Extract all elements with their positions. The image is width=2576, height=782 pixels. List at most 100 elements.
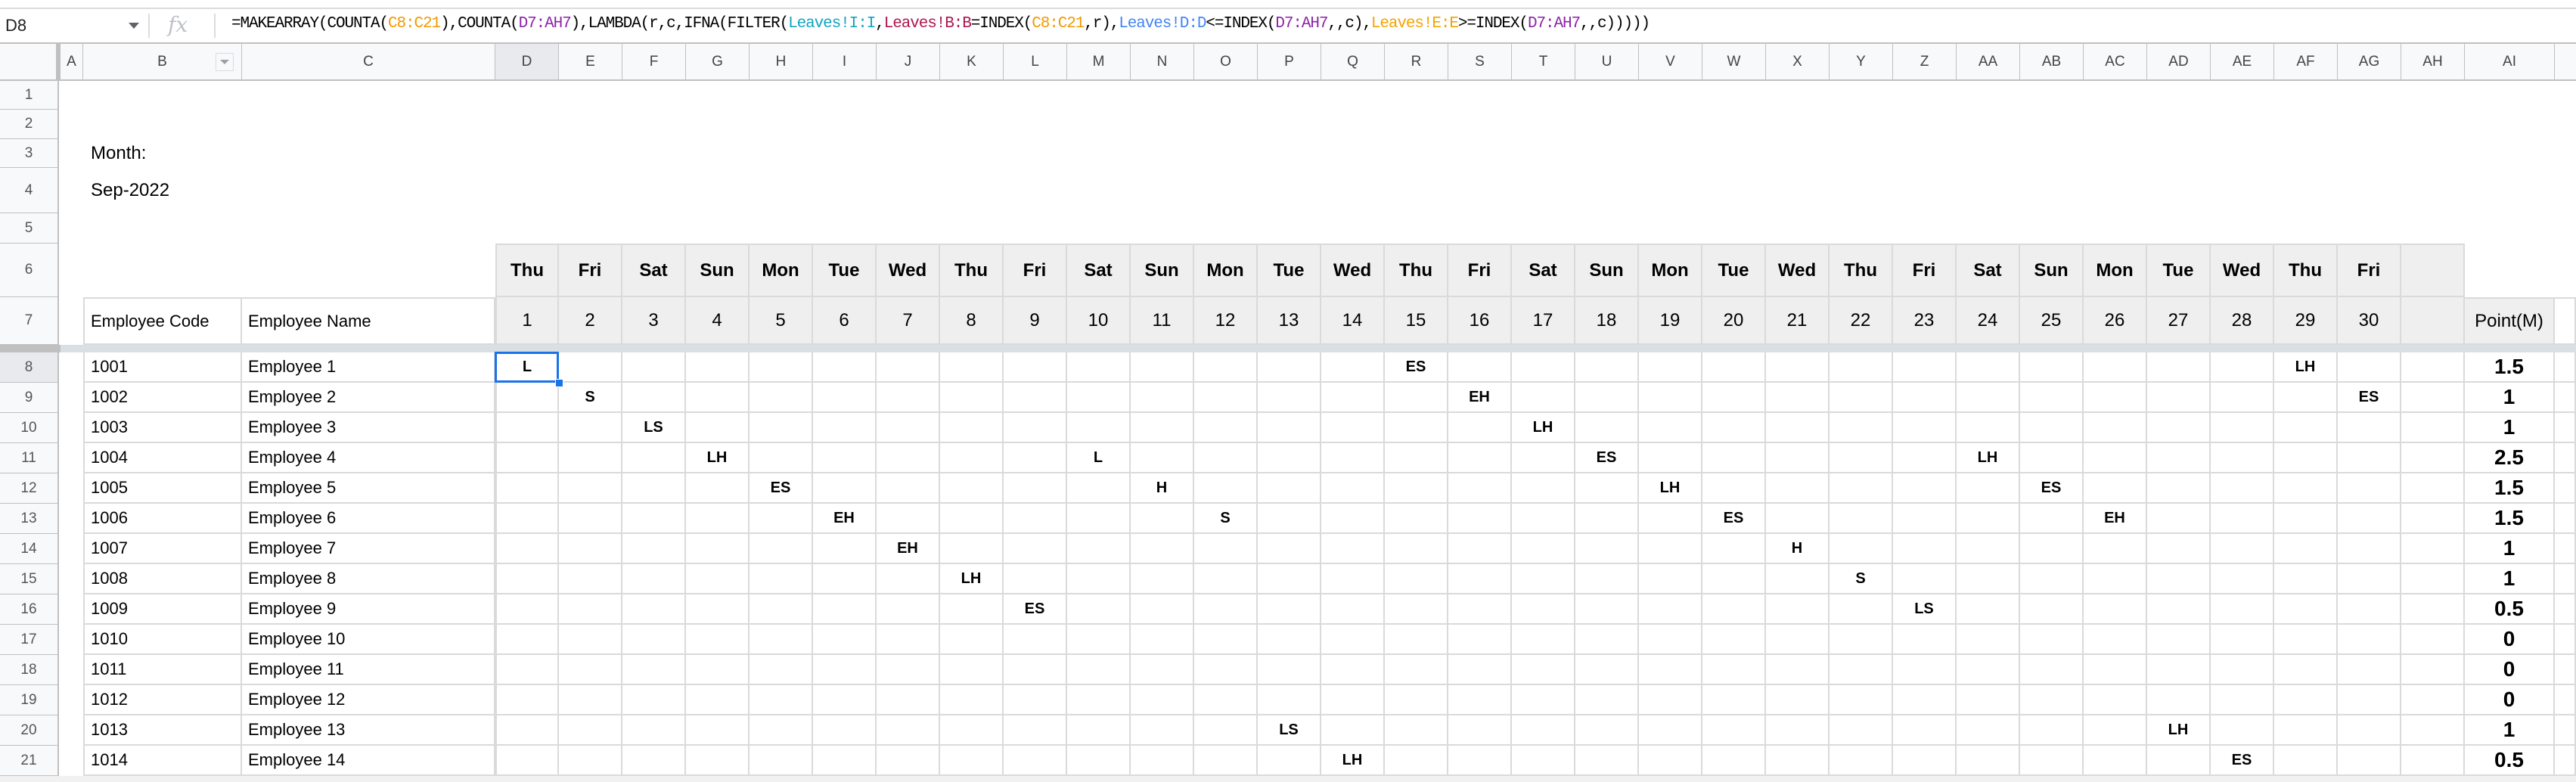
day-cell-empty[interactable] [2401,383,2465,413]
column-header-l[interactable]: L [1004,44,1067,79]
day-cell[interactable] [622,655,686,685]
day-cell[interactable] [1830,443,1893,473]
day-cell[interactable] [1957,594,2020,625]
points-cell[interactable]: 0 [2465,685,2555,715]
day-cell[interactable] [1385,383,1448,413]
leave-code-cell[interactable]: S [1194,504,1258,534]
day-cell-empty[interactable] [2401,594,2465,625]
employee-code-cell[interactable]: 1005 [83,473,242,504]
column-header-aa[interactable]: AA [1957,44,2020,79]
day-cell[interactable] [1321,413,1385,443]
day-cell[interactable] [2211,473,2274,504]
column-header-z[interactable]: Z [1893,44,1957,79]
day-cell[interactable] [622,715,686,746]
day-cell[interactable] [1766,715,1830,746]
day-cell[interactable] [495,655,559,685]
day-cell[interactable] [1258,564,1321,594]
day-cell[interactable] [2084,413,2147,443]
column-header-f[interactable]: F [622,44,686,79]
day-cell[interactable] [1321,504,1385,534]
day-cell[interactable] [686,383,750,413]
day-cell[interactable] [1766,594,1830,625]
points-cell[interactable]: 0 [2465,655,2555,685]
day-cell[interactable] [1957,746,2020,776]
day-cell[interactable] [2274,504,2338,534]
day-cell[interactable] [2338,534,2401,564]
day-cell[interactable] [2084,383,2147,413]
cell-empty[interactable] [2555,534,2576,564]
day-cell[interactable] [1194,594,1258,625]
day-cell[interactable] [1067,534,1131,564]
employee-name-cell[interactable]: Employee 7 [242,534,495,564]
day-cell[interactable] [1448,746,1512,776]
day-cell[interactable] [1766,383,1830,413]
day-cell[interactable] [877,564,940,594]
day-cell[interactable] [1194,625,1258,655]
day-cell[interactable] [686,625,750,655]
name-box[interactable]: D8 [0,9,148,42]
leave-code-cell[interactable]: S [1830,564,1893,594]
day-cell[interactable] [1702,413,1766,443]
day-cell[interactable] [2338,443,2401,473]
day-cell[interactable] [877,413,940,443]
day-cell[interactable] [1830,685,1893,715]
day-cell[interactable] [1830,715,1893,746]
leave-code-cell[interactable]: LS [1893,594,1957,625]
day-cell[interactable] [813,715,877,746]
day-cell[interactable] [750,443,813,473]
day-cell[interactable] [750,383,813,413]
day-cell-empty[interactable] [2401,413,2465,443]
day-cell-empty[interactable] [2401,655,2465,685]
day-cell[interactable] [2338,504,2401,534]
day-cell[interactable] [495,413,559,443]
day-cell[interactable] [2147,383,2211,413]
fill-handle[interactable] [555,379,563,387]
day-cell[interactable] [2147,625,2211,655]
column-header-q[interactable]: Q [1321,44,1385,79]
day-cell[interactable] [2338,685,2401,715]
day-cell[interactable] [686,564,750,594]
employee-name-cell[interactable]: Employee 8 [242,564,495,594]
employee-name-cell[interactable]: Employee 12 [242,685,495,715]
day-cell[interactable] [1575,534,1639,564]
day-cell[interactable] [1194,746,1258,776]
leave-code-cell[interactable]: EH [1448,383,1512,413]
day-cell[interactable] [1957,685,2020,715]
day-cell[interactable] [1512,625,1575,655]
day-cell[interactable] [1448,352,1512,383]
column-header-t[interactable]: T [1512,44,1575,79]
day-cell[interactable] [1321,655,1385,685]
column-header-m[interactable]: M [1067,44,1131,79]
day-cell[interactable] [940,383,1004,413]
row-header-21[interactable]: 21 [0,746,59,776]
day-cell[interactable] [686,413,750,443]
day-cell[interactable] [1512,685,1575,715]
day-cell[interactable] [1766,413,1830,443]
column-header-d[interactable]: D [495,44,559,79]
day-cell[interactable] [1067,504,1131,534]
points-cell[interactable]: 0.5 [2465,746,2555,776]
column-header-ac[interactable]: AC [2084,44,2147,79]
day-cell[interactable] [750,655,813,685]
day-cell[interactable] [1067,383,1131,413]
day-cell[interactable] [1512,746,1575,776]
day-cell[interactable] [1321,443,1385,473]
day-cell[interactable] [2147,473,2211,504]
day-cell-empty[interactable] [2401,534,2465,564]
day-cell[interactable] [1830,413,1893,443]
column-header-ae[interactable]: AE [2211,44,2274,79]
day-cell[interactable] [495,473,559,504]
leave-code-cell[interactable]: ES [2020,473,2084,504]
employee-name-cell[interactable]: Employee 11 [242,655,495,685]
day-cell[interactable] [877,473,940,504]
leave-code-cell[interactable]: LH [686,443,750,473]
day-cell[interactable] [1004,504,1067,534]
day-cell[interactable] [1194,352,1258,383]
employee-name-cell[interactable]: Employee 5 [242,473,495,504]
cell-empty[interactable] [2555,625,2576,655]
day-cell[interactable] [940,685,1004,715]
day-cell[interactable] [1004,383,1067,413]
leave-code-cell[interactable]: H [1766,534,1830,564]
day-cell[interactable] [1385,655,1448,685]
leave-code-cell[interactable]: LH [1321,746,1385,776]
